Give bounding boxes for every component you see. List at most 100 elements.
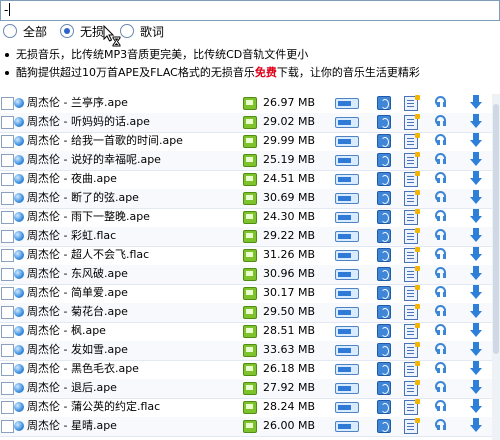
row-checkbox[interactable] <box>1 268 14 281</box>
play-icon[interactable] <box>377 210 391 224</box>
song-row[interactable]: 周杰伦 - 蒲公英的约定.flac 28.24 MB <box>0 398 492 418</box>
song-row[interactable]: 周杰伦 - 发如雪.ape 33.63 MB <box>0 341 492 361</box>
row-checkbox[interactable] <box>1 192 14 205</box>
ringtone-icon[interactable] <box>435 248 448 260</box>
song-row[interactable]: 周杰伦 - 退后.ape 27.92 MB <box>0 379 492 399</box>
row-checkbox[interactable] <box>1 116 14 129</box>
download-icon[interactable] <box>470 133 482 148</box>
download-icon[interactable] <box>470 361 482 376</box>
play-icon[interactable] <box>377 191 391 205</box>
download-icon[interactable] <box>470 190 482 205</box>
row-checkbox[interactable] <box>1 97 14 110</box>
download-icon[interactable] <box>470 304 482 319</box>
ringtone-icon[interactable] <box>435 134 448 146</box>
lyrics-icon[interactable] <box>404 418 420 434</box>
song-name[interactable]: 周杰伦 - 夜曲.ape <box>27 172 117 186</box>
song-name[interactable]: 周杰伦 - 黑色毛衣.ape <box>27 362 139 376</box>
row-checkbox[interactable] <box>1 135 14 148</box>
play-icon[interactable] <box>377 362 391 376</box>
download-icon[interactable] <box>470 114 482 129</box>
song-name[interactable]: 周杰伦 - 星晴.ape <box>27 419 117 433</box>
song-name[interactable]: 周杰伦 - 雨下一整晚.ape <box>27 210 150 224</box>
song-row[interactable]: 周杰伦 - 菊花台.ape 29.50 MB <box>0 303 492 323</box>
lyrics-icon[interactable] <box>404 190 420 206</box>
song-row[interactable]: 周杰伦 - 听妈妈的话.ape 29.02 MB <box>0 113 492 133</box>
row-checkbox[interactable] <box>1 420 14 433</box>
ringtone-icon[interactable] <box>435 419 448 431</box>
mode-lyrics-radio[interactable]: 歌词 <box>120 22 164 40</box>
song-row[interactable]: 周杰伦 - 雨下一整晚.ape 24.30 MB <box>0 208 492 228</box>
download-icon[interactable] <box>470 209 482 224</box>
song-row[interactable]: 周杰伦 - 断了的弦.ape 30.69 MB <box>0 189 492 209</box>
play-icon[interactable] <box>377 229 391 243</box>
row-checkbox[interactable] <box>1 249 14 262</box>
lyrics-icon[interactable] <box>404 209 420 225</box>
song-name[interactable]: 周杰伦 - 彩虹.flac <box>27 229 116 243</box>
ringtone-icon[interactable] <box>435 381 448 393</box>
ringtone-icon[interactable] <box>435 229 448 241</box>
lyrics-icon[interactable] <box>404 304 420 320</box>
play-icon[interactable] <box>377 267 391 281</box>
download-icon[interactable] <box>470 95 482 110</box>
song-row[interactable]: 周杰伦 - 星晴.ape 26.00 MB <box>0 417 492 437</box>
play-icon[interactable] <box>377 343 391 357</box>
play-icon[interactable] <box>377 381 391 395</box>
lyrics-icon[interactable] <box>404 399 420 415</box>
download-icon[interactable] <box>470 323 482 338</box>
download-icon[interactable] <box>470 228 482 243</box>
song-row[interactable]: 周杰伦 - 夜曲.ape 24.51 MB <box>0 170 492 190</box>
song-row[interactable]: 周杰伦 - 彩虹.flac 29.22 MB <box>0 227 492 247</box>
lyrics-icon[interactable] <box>404 285 420 301</box>
row-checkbox[interactable] <box>1 287 14 300</box>
lyrics-icon[interactable] <box>404 361 420 377</box>
lyrics-icon[interactable] <box>404 171 420 187</box>
song-name[interactable]: 周杰伦 - 给我一首歌的时间.ape <box>27 134 183 148</box>
download-icon[interactable] <box>470 152 482 167</box>
lyrics-icon[interactable] <box>404 114 420 130</box>
play-icon[interactable] <box>377 248 391 262</box>
song-row[interactable]: 周杰伦 - 简单爱.ape 30.17 MB <box>0 284 492 304</box>
download-icon[interactable] <box>470 418 482 433</box>
download-icon[interactable] <box>470 247 482 262</box>
song-row[interactable]: 周杰伦 - 超人不会飞.flac 31.26 MB <box>0 246 492 266</box>
download-icon[interactable] <box>470 399 482 414</box>
song-name[interactable]: 周杰伦 - 兰亭序.ape <box>27 96 128 110</box>
song-name[interactable]: 周杰伦 - 简单爱.ape <box>27 286 128 300</box>
download-icon[interactable] <box>470 285 482 300</box>
song-row[interactable]: 周杰伦 - 给我一首歌的时间.ape 29.99 MB <box>0 132 492 152</box>
download-icon[interactable] <box>470 380 482 395</box>
row-checkbox[interactable] <box>1 325 14 338</box>
song-row[interactable]: 周杰伦 - 东风破.ape 30.96 MB <box>0 265 492 285</box>
play-icon[interactable] <box>377 96 391 110</box>
radio-button[interactable] <box>60 24 74 38</box>
row-checkbox[interactable] <box>1 306 14 319</box>
lyrics-icon[interactable] <box>404 95 420 111</box>
search-input[interactable]: - <box>0 0 500 21</box>
ringtone-icon[interactable] <box>435 115 448 127</box>
lyrics-icon[interactable] <box>404 133 420 149</box>
song-row[interactable]: 周杰伦 - 兰亭序.ape 26.97 MB <box>0 94 492 114</box>
song-name[interactable]: 周杰伦 - 枫.ape <box>27 324 106 338</box>
ringtone-icon[interactable] <box>435 324 448 336</box>
lyrics-icon[interactable] <box>404 380 420 396</box>
play-icon[interactable] <box>377 115 391 129</box>
song-name[interactable]: 周杰伦 - 东风破.ape <box>27 267 128 281</box>
song-name[interactable]: 周杰伦 - 退后.ape <box>27 381 117 395</box>
row-checkbox[interactable] <box>1 344 14 357</box>
row-checkbox[interactable] <box>1 211 14 224</box>
play-icon[interactable] <box>377 419 391 433</box>
ringtone-icon[interactable] <box>435 191 448 203</box>
row-checkbox[interactable] <box>1 382 14 395</box>
mode-all-radio[interactable]: 全部 <box>3 22 47 40</box>
ringtone-icon[interactable] <box>435 267 448 279</box>
row-checkbox[interactable] <box>1 230 14 243</box>
ringtone-icon[interactable] <box>435 362 448 374</box>
ringtone-icon[interactable] <box>435 343 448 355</box>
ringtone-icon[interactable] <box>435 305 448 317</box>
play-icon[interactable] <box>377 172 391 186</box>
play-icon[interactable] <box>377 324 391 338</box>
ringtone-icon[interactable] <box>435 153 448 165</box>
song-row[interactable]: 周杰伦 - 枫.ape 28.51 MB <box>0 322 492 342</box>
lyrics-icon[interactable] <box>404 228 420 244</box>
scrollbar-thumb[interactable] <box>493 104 499 354</box>
